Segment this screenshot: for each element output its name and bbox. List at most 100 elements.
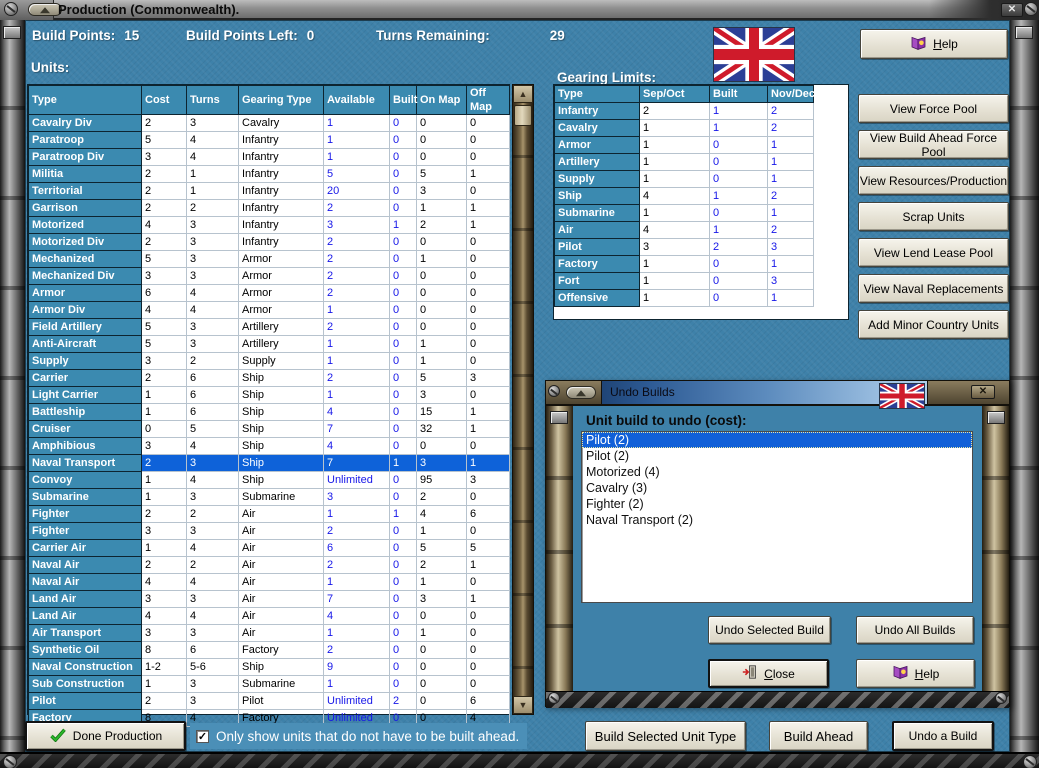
close-window-button[interactable]: Close (708, 659, 829, 688)
unit-value-cell: Armor (239, 285, 324, 302)
undo-collapse-button[interactable] (566, 386, 596, 399)
undo-list-item[interactable]: Pilot (2) (582, 432, 972, 448)
side-button-view-resources-production[interactable]: View Resources/Production (858, 166, 1009, 195)
undo-list-item[interactable]: Pilot (2) (582, 448, 972, 464)
gearing-table-row[interactable]: Submarine101 (555, 205, 814, 222)
unit-value-cell: 7 (324, 421, 390, 438)
close-button[interactable]: ✕ (1001, 3, 1023, 17)
units-table-row[interactable]: Fighter33Air2010 (29, 523, 510, 540)
scroll-down-button[interactable]: ▼ (513, 696, 533, 714)
unit-value-cell: 5 (142, 336, 187, 353)
undo-list-item[interactable]: Naval Transport (2) (582, 512, 972, 528)
units-table-row[interactable]: Supply32Supply1010 (29, 353, 510, 370)
units-column-header[interactable]: Off Map (467, 86, 510, 115)
undo-list-item[interactable]: Cavalry (3) (582, 480, 972, 496)
side-button-view-lend-lease-pool[interactable]: View Lend Lease Pool (858, 238, 1009, 267)
undo-all-builds-button[interactable]: Undo All Builds (856, 616, 974, 644)
gearing-table-row[interactable]: Supply101 (555, 171, 814, 188)
unit-value-cell: 2 (324, 268, 390, 285)
side-button-scrap-units[interactable]: Scrap Units (858, 202, 1009, 231)
units-table-row[interactable]: Battleship16Ship40151 (29, 404, 510, 421)
side-button-view-naval-replacements[interactable]: View Naval Replacements (858, 274, 1009, 303)
units-table-row[interactable]: Anti-Aircraft53Artillery1010 (29, 336, 510, 353)
units-scrollbar[interactable]: ▲ ▼ (512, 84, 534, 715)
unit-type-cell: Mechanized Div (29, 268, 142, 285)
units-table-row[interactable]: Mechanized53Armor2010 (29, 251, 510, 268)
units-table-row[interactable]: Naval Air22Air2021 (29, 557, 510, 574)
units-table-row[interactable]: Air Transport33Air1010 (29, 625, 510, 642)
gearing-table-row[interactable]: Pilot323 (555, 239, 814, 256)
gearing-table-row[interactable]: Infantry212 (555, 103, 814, 120)
units-table-row[interactable]: Naval Construction1-25-6Ship9000 (29, 659, 510, 676)
scroll-up-button[interactable]: ▲ (513, 85, 533, 103)
gearing-table-row[interactable]: Air412 (555, 222, 814, 239)
units-table-row[interactable]: Garrison22Infantry2011 (29, 200, 510, 217)
units-table-row[interactable]: Territorial21Infantry20030 (29, 183, 510, 200)
unit-value-cell: 0 (390, 591, 417, 608)
units-table-row[interactable]: Submarine13Submarine3020 (29, 489, 510, 506)
unit-value-cell: Submarine (239, 489, 324, 506)
units-table-row[interactable]: Field Artillery53Artillery2000 (29, 319, 510, 336)
units-table-row[interactable]: Naval Air44Air1010 (29, 574, 510, 591)
build-selected-unit-type-button[interactable]: Build Selected Unit Type (585, 721, 746, 751)
gearing-table-row[interactable]: Fort103 (555, 273, 814, 290)
units-table-row[interactable]: Armor64Armor2000 (29, 285, 510, 302)
undo-close-button[interactable]: ✕ (971, 385, 995, 399)
build-ahead-button[interactable]: Build Ahead (769, 721, 868, 751)
units-table-row[interactable]: Pilot23PilotUnlimited206 (29, 693, 510, 710)
scroll-thumb[interactable] (514, 105, 532, 126)
units-table-row[interactable]: Land Air44Air4000 (29, 608, 510, 625)
units-table-row[interactable]: Cruiser05Ship70321 (29, 421, 510, 438)
units-table-row[interactable]: Armor Div44Armor1000 (29, 302, 510, 319)
side-button-view-build-ahead-force-pool[interactable]: View Build Ahead Force Pool (858, 130, 1009, 159)
undo-build-list[interactable]: Pilot (2)Pilot (2)Motorized (4)Cavalry (… (581, 431, 973, 603)
units-table-row[interactable]: Sub Construction13Submarine1000 (29, 676, 510, 693)
units-column-header[interactable]: Turns (187, 86, 239, 115)
collapse-button[interactable] (28, 3, 62, 16)
units-table-row[interactable]: Land Air33Air7031 (29, 591, 510, 608)
units-column-header[interactable]: Built (390, 86, 417, 115)
units-table-row[interactable]: Cavalry Div23Cavalry1000 (29, 115, 510, 132)
units-table-row[interactable]: Militia21Infantry5051 (29, 166, 510, 183)
gearing-table-row[interactable]: Offensive101 (555, 290, 814, 307)
unit-value-cell: 3 (142, 353, 187, 370)
units-table-row[interactable]: Paratroop54Infantry1000 (29, 132, 510, 149)
side-button-view-force-pool[interactable]: View Force Pool (858, 94, 1009, 123)
undo-a-build-button[interactable]: Undo a Build (892, 721, 994, 751)
gearing-table-row[interactable]: Ship412 (555, 188, 814, 205)
units-table-row[interactable]: Convoy14ShipUnlimited0953 (29, 472, 510, 489)
units-table-row[interactable]: Motorized43Infantry3121 (29, 217, 510, 234)
units-table-row[interactable]: Motorized Div23Infantry2000 (29, 234, 510, 251)
units-column-header[interactable]: Available (324, 86, 390, 115)
units-column-header[interactable]: On Map (417, 86, 467, 115)
units-table-row[interactable]: Synthetic Oil86Factory2000 (29, 642, 510, 659)
undo-selected-build-button[interactable]: Undo Selected Build (708, 616, 831, 644)
gearing-table-row[interactable]: Armor101 (555, 137, 814, 154)
gearing-table-row[interactable]: Artillery101 (555, 154, 814, 171)
units-column-header[interactable]: Type (29, 86, 142, 115)
units-table-row[interactable]: Paratroop Div34Infantry1000 (29, 149, 510, 166)
gearing-table-row[interactable]: Factory101 (555, 256, 814, 273)
units-table-row[interactable]: Carrier26Ship2053 (29, 370, 510, 387)
units-table-row[interactable]: Carrier Air14Air6055 (29, 540, 510, 557)
undo-list-item[interactable]: Motorized (4) (582, 464, 972, 480)
unit-value-cell: 0 (390, 625, 417, 642)
units-table-row[interactable]: Fighter22Air1146 (29, 506, 510, 523)
units-column-header[interactable]: Gearing Type (239, 86, 324, 115)
unit-value-cell: 1 (417, 251, 467, 268)
units-column-header[interactable]: Cost (142, 86, 187, 115)
undo-help-button[interactable]: Help (856, 659, 975, 688)
units-table-row[interactable]: Naval Transport23Ship7131 (29, 455, 510, 472)
undo-list-item[interactable]: Fighter (2) (582, 496, 972, 512)
units-table-row[interactable]: Amphibious34Ship4000 (29, 438, 510, 455)
help-button[interactable]: Help (860, 29, 1008, 59)
gearing-table-row[interactable]: Cavalry112 (555, 120, 814, 137)
units-table-row[interactable]: Mechanized Div33Armor2000 (29, 268, 510, 285)
side-button-add-minor-country-units[interactable]: Add Minor Country Units (858, 310, 1009, 339)
units-table-row[interactable]: Light Carrier16Ship1030 (29, 387, 510, 404)
unit-value-cell: 9 (324, 659, 390, 676)
only-show-checkbox[interactable]: ✓ (196, 730, 209, 743)
gearing-value-cell: 2 (768, 103, 814, 120)
unit-value-cell: 4 (187, 472, 239, 489)
done-production-button[interactable]: Done Production (25, 721, 186, 751)
